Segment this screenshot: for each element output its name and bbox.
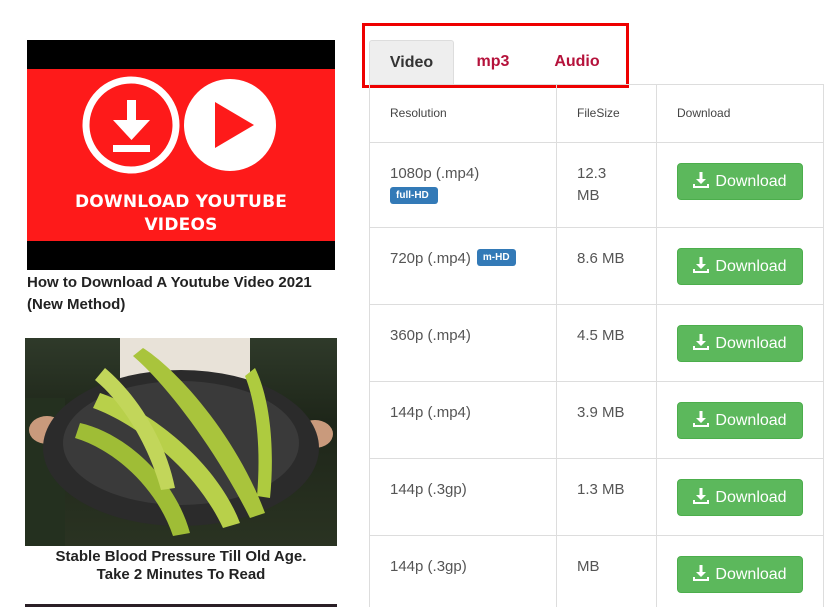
filesize-cell: 8.6 MB	[557, 228, 657, 304]
resolution-cell: 144p (.3gp)	[370, 536, 557, 607]
download-label: Download	[715, 566, 787, 583]
download-icon	[693, 334, 710, 350]
thumbnail-text-line2: VIDEOS	[144, 215, 218, 235]
download-icon	[693, 411, 710, 427]
table-row: 720p (.mp4) m-HD 8.6 MB Download	[370, 228, 823, 305]
download-cell: Download	[657, 143, 823, 227]
download-cell: Download	[657, 305, 823, 381]
video-thumbnail-download-youtube[interactable]: DOWNLOAD YOUTUBE VIDEOS	[27, 40, 335, 270]
thumbnail-graphics	[82, 76, 276, 174]
resolution-text: 720p (.mp4)	[390, 250, 471, 267]
resolution-cell: 1080p (.mp4) full-HD	[370, 143, 557, 227]
download-cell: Download	[657, 536, 823, 607]
download-button[interactable]: Download	[677, 556, 803, 593]
download-button[interactable]: Download	[677, 325, 803, 362]
table-header-row: Resolution FileSize Download	[370, 85, 823, 143]
download-label: Download	[715, 173, 787, 190]
quality-badge: m-HD	[476, 248, 516, 266]
table-row: 144p (.mp4) 3.9 MB Download	[370, 382, 823, 459]
filesize-unit: MB	[577, 187, 600, 204]
filesize-cell: 12.3 MB	[557, 143, 657, 227]
table-row: 144p (.3gp) 1.3 MB Download	[370, 459, 823, 536]
header-resolution: Resolution	[370, 85, 557, 142]
video-title-line1: Stable Blood Pressure Till Old Age.	[55, 548, 307, 565]
video-title-link[interactable]: Stable Blood Pressure Till Old Age. Take…	[25, 548, 337, 584]
video-title-link[interactable]: How to Download A Youtube Video 2021 (Ne…	[27, 272, 347, 316]
video-thumbnail-bananas[interactable]	[25, 338, 337, 546]
download-label: Download	[715, 489, 787, 506]
download-label: Download	[715, 412, 787, 429]
download-button[interactable]: Download	[677, 402, 803, 439]
tabs-highlight-box	[362, 23, 629, 88]
download-label: Download	[715, 258, 787, 275]
download-label: Download	[715, 335, 787, 352]
download-icon	[693, 488, 710, 504]
page: DOWNLOAD YOUTUBE VIDEOS How to Download …	[0, 0, 832, 607]
table-row: 360p (.mp4) 4.5 MB Download	[370, 305, 823, 382]
download-button[interactable]: Download	[677, 248, 803, 285]
download-button[interactable]: Download	[677, 163, 803, 200]
filesize-text: 12.3	[577, 165, 607, 182]
download-icon	[693, 565, 710, 581]
filesize-cell: 1.3 MB	[557, 459, 657, 535]
resolution-cell: 144p (.3gp)	[370, 459, 557, 535]
table-row: 1080p (.mp4) full-HD 12.3 MB Download	[370, 143, 823, 228]
filesize-cell: 3.9 MB	[557, 382, 657, 458]
download-table: Resolution FileSize Download 1080p (.mp4…	[369, 84, 824, 607]
resolution-cell: 144p (.mp4)	[370, 382, 557, 458]
download-cell: Download	[657, 459, 823, 535]
resolution-text: 1080p (.mp4)	[390, 165, 480, 182]
video-title-line2: Take 2 Minutes To Read	[96, 566, 266, 583]
resolution-cell: 720p (.mp4) m-HD	[370, 228, 557, 304]
resolution-cell: 360p (.mp4)	[370, 305, 557, 381]
header-download: Download	[677, 106, 731, 120]
download-icon	[693, 257, 710, 273]
filesize-cell: 4.5 MB	[557, 305, 657, 381]
quality-badge: full-HD	[390, 187, 438, 204]
thumbnail-text-line1: DOWNLOAD YOUTUBE	[74, 192, 288, 212]
download-cell: Download	[657, 228, 823, 304]
banana-bowl-image	[25, 338, 333, 546]
download-icon	[693, 172, 710, 188]
download-button[interactable]: Download	[677, 479, 803, 516]
table-row: 144p (.3gp) MB Download	[370, 536, 823, 607]
download-cell: Download	[657, 382, 823, 458]
filesize-cell: MB	[557, 536, 657, 607]
header-filesize: FileSize	[557, 85, 657, 142]
